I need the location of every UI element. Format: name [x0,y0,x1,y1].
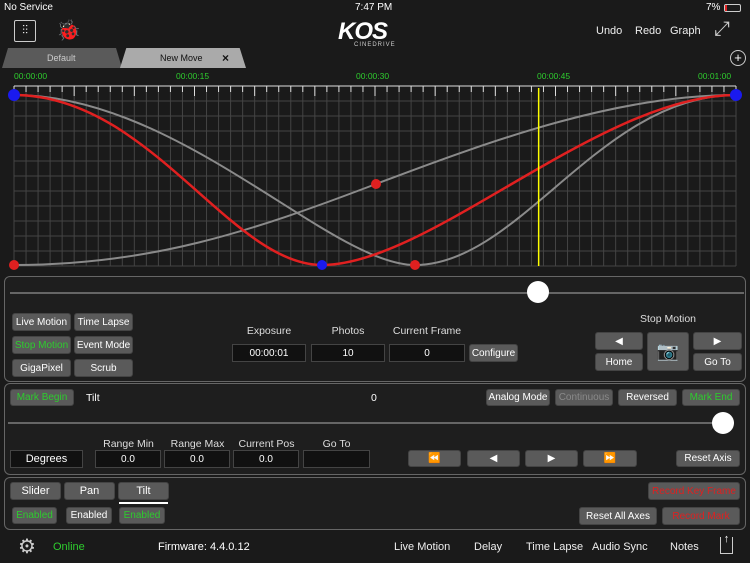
range-min-label: Range Min [103,438,154,450]
add-tab-icon[interactable]: + [730,50,746,66]
scrub-handle[interactable] [527,281,549,303]
configure-button[interactable]: Configure [469,344,518,362]
event-mode-button[interactable]: Event Mode [74,336,133,354]
battery-percent: 7% [706,2,721,13]
tab-default[interactable]: Default [2,48,122,68]
current-frame-field[interactable]: 0 [389,344,465,362]
scrub-track[interactable] [10,292,744,294]
chevron-right-icon: ▶ [547,453,556,464]
redo-button[interactable]: Redo [635,25,661,37]
next-frame-button[interactable]: ▶ [693,332,742,350]
record-mark-button[interactable]: Record Mark [662,507,740,525]
tick-label: 00:00:00 [14,71,48,81]
fast-forward-button[interactable]: ⏩ [583,450,637,467]
footer-delay[interactable]: Delay [474,541,502,553]
fast-rewind-button[interactable]: ⏪ [408,450,461,467]
expand-icon[interactable]: ⤢ [714,18,730,41]
axis-slider-track[interactable] [8,422,734,424]
live-motion-button[interactable]: Live Motion [12,313,71,331]
current-pos-label: Current Pos [238,438,295,450]
graph-button[interactable]: Graph [670,25,701,37]
camera-icon: 📷 [656,341,680,361]
motion-graph[interactable] [0,82,750,272]
time-lapse-button[interactable]: Time Lapse [74,313,133,331]
continuous-button[interactable]: Continuous [555,389,613,406]
share-icon[interactable]: ↑ [720,534,733,554]
step-back-button[interactable]: ◀ [467,450,520,467]
keyframe-point [730,89,742,101]
analog-mode-button[interactable]: Analog Mode [486,389,550,406]
axis-name: Tilt [86,392,100,404]
axis-slider-handle[interactable] [712,412,734,434]
selected-tab-indicator [119,502,168,504]
axis-tab-slider[interactable]: Slider [10,482,61,500]
keyframe-point [8,89,20,101]
tick-label: 00:00:45 [537,71,571,81]
chevron-left-icon: ◀ [615,335,623,347]
prev-frame-button[interactable]: ◀ [595,332,643,350]
tick-label: 00:00:15 [176,71,210,81]
footer-notes[interactable]: Notes [670,541,699,553]
bug-icon[interactable]: 🐞 [56,18,81,43]
carrier: No Service [4,2,53,13]
tab-new-move[interactable]: New Move × [120,48,246,68]
step-forward-button[interactable]: ▶ [525,450,578,467]
fast-forward-icon: ⏩ [603,453,617,464]
record-key-frame-button[interactable]: Record Key Frame [648,482,740,500]
gigapixel-button[interactable]: GigaPixel [12,359,71,377]
connection-status: Online [53,541,85,553]
slider-enabled-toggle[interactable]: Enabled [12,507,57,524]
mark-begin-button[interactable]: Mark Begin [10,389,74,406]
footer-time-lapse[interactable]: Time Lapse [526,541,583,553]
logo-sub: CINEDRIVE [354,42,396,48]
footer-live-motion[interactable]: Live Motion [394,541,450,553]
camera-button[interactable]: 📷 [647,332,689,371]
chevron-left-icon: ◀ [489,453,498,464]
gear-icon[interactable]: ⚙ [18,534,36,559]
firmware-version: Firmware: 4.4.0.12 [158,541,250,553]
chevron-right-icon: ▶ [713,335,722,347]
range-max-field[interactable]: 0.0 [164,450,230,468]
range-min-field[interactable]: 0.0 [95,450,161,468]
keyframe-point [410,260,420,270]
scrub-button[interactable]: Scrub [74,359,133,377]
exposure-label: Exposure [246,325,292,337]
current-pos-field: 0.0 [233,450,299,468]
goto-button[interactable]: Go To [693,353,742,371]
close-tab-icon[interactable]: × [222,51,229,65]
stop-motion-button[interactable]: Stop Motion [12,336,71,354]
clock: 7:47 PM [355,2,393,13]
range-max-label: Range Max [170,438,225,450]
axis-value: 0 [371,392,377,404]
battery-icon [724,4,741,12]
reset-all-axes-button[interactable]: Reset All Axes [579,507,657,525]
axis-tab-tilt[interactable]: Tilt [118,482,169,500]
keyframe-point [371,179,381,189]
keyframe-point [317,260,327,270]
fast-rewind-icon: ⏪ [428,453,441,464]
tick-label: 00:01:00 [698,71,732,81]
home-button[interactable]: Home [595,353,643,371]
footer-audio-sync[interactable]: Audio Sync [592,541,648,553]
current-frame-label: Current Frame [392,325,462,337]
units-field[interactable]: Degrees [10,450,83,468]
reversed-button[interactable]: Reversed [618,389,677,406]
mixer-icon[interactable]: ⫶⫶ [14,20,36,42]
exposure-field[interactable]: 00:00:01 [232,344,306,362]
photos-field[interactable]: 10 [311,344,385,362]
goto-field[interactable] [303,450,370,468]
goto-label: Go To [322,438,351,450]
tick-label: 00:00:30 [356,71,390,81]
mark-end-button[interactable]: Mark End [682,389,740,406]
undo-button[interactable]: Undo [596,25,622,37]
photos-label: Photos [331,325,365,337]
axis-tab-pan[interactable]: Pan [64,482,115,500]
keyframe-point [9,260,19,270]
reset-axis-button[interactable]: Reset Axis [676,450,740,467]
pan-enabled-toggle[interactable]: Enabled [66,507,112,524]
tilt-enabled-toggle[interactable]: Enabled [119,507,165,524]
stop-motion-title: Stop Motion [639,313,697,325]
